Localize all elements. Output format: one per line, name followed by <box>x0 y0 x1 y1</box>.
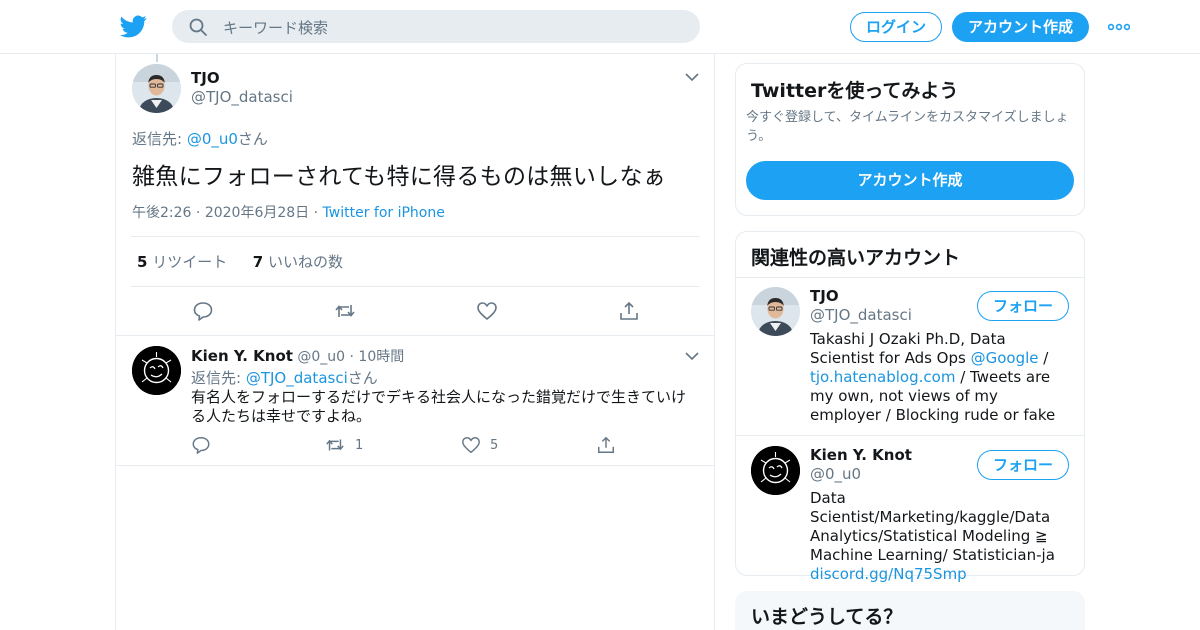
thread-connector <box>156 54 158 62</box>
bio-link[interactable]: tjo.hatenablog.com <box>810 368 955 386</box>
share-icon[interactable] <box>596 435 616 455</box>
bio-link[interactable]: @Google <box>971 349 1039 367</box>
account-name[interactable]: TJO <box>810 287 839 305</box>
tweet-text: 雑魚にフォローされても特に得るものは無いしなぁ <box>132 164 667 190</box>
search-icon <box>189 18 207 36</box>
account-handle[interactable]: @TJO_datasci <box>810 306 912 324</box>
person-avatar-icon <box>132 64 181 113</box>
share-icon[interactable] <box>618 300 640 322</box>
like-stat[interactable]: 7 いいねの数 <box>253 253 343 271</box>
tweet-source[interactable]: Twitter for iPhone <box>323 205 445 221</box>
search-input[interactable]: キーワード検索 <box>172 10 700 43</box>
reply-icon[interactable] <box>191 435 211 455</box>
reply-to-line: 返信先: @TJO_datasciさん <box>191 369 378 387</box>
tweet-time[interactable]: 午後2:26 <box>132 205 191 221</box>
search-placeholder: キーワード検索 <box>223 19 329 37</box>
tweet-separator <box>116 465 714 466</box>
follow-button[interactable]: フォロー <box>977 291 1069 321</box>
like-count: 5 <box>490 438 499 453</box>
top-header: キーワード検索 ログイン アカウント作成 <box>0 0 1200 54</box>
divider <box>736 435 1084 436</box>
reply-time[interactable]: 10時間 <box>358 349 404 365</box>
retweet-icon[interactable] <box>334 300 356 322</box>
retweet-count: 1 <box>355 438 364 453</box>
signup-button[interactable]: アカウント作成 <box>952 12 1089 42</box>
tweet-author-name[interactable]: TJO <box>191 69 220 87</box>
avatar[interactable] <box>132 64 181 113</box>
twitter-bird-icon[interactable] <box>120 13 147 40</box>
reply-text: 有名人をフォローするだけでデキる社会人になった錯覚だけで生きていける人たちは幸せ… <box>191 388 687 425</box>
account-handle[interactable]: @0_u0 <box>810 465 861 483</box>
like-icon[interactable] <box>476 300 498 322</box>
divider <box>131 286 700 287</box>
signup-card-title: Twitterを使ってみよう <box>751 80 959 102</box>
account-bio: Takashi J Ozaki Ph.D, Data Scientist for… <box>810 330 1056 424</box>
account-name[interactable]: Kien Y. Knot <box>810 446 912 464</box>
avatar[interactable] <box>751 446 800 495</box>
reply-to-link[interactable]: @TJO_datasci <box>246 369 348 387</box>
avatar[interactable] <box>751 287 800 336</box>
person-avatar-icon <box>751 287 800 336</box>
reply-author-name[interactable]: Kien Y. Knot <box>191 347 293 365</box>
divider <box>736 277 1084 278</box>
account-bio: Data Scientist/Marketing/kaggle/Data Ana… <box>810 489 1055 583</box>
chevron-down-icon[interactable] <box>685 72 699 82</box>
related-accounts-title: 関連性の高いアカウント <box>751 247 961 269</box>
chevron-down-icon[interactable] <box>685 351 699 361</box>
trends-card-title: いまどうしてる？ <box>751 606 903 628</box>
more-options-icon[interactable] <box>1108 23 1130 31</box>
tweet-stats: 5 リツイート 7 いいねの数 <box>137 251 343 272</box>
reply-icon[interactable] <box>192 300 214 322</box>
reply-author-handle[interactable]: @0_u0 <box>297 349 345 365</box>
trends-card: いまどうしてる？ <box>735 591 1085 630</box>
kien-avatar-icon <box>751 446 800 495</box>
related-accounts-card: 関連性の高いアカウント TJO @TJO_datasci フォロー Takash… <box>735 231 1085 583</box>
signup-card-button[interactable]: アカウント作成 <box>746 161 1074 200</box>
retweet-stat[interactable]: 5 リツイート <box>137 253 227 271</box>
bio-link[interactable]: discord.gg/Nq75Smp <box>810 565 967 583</box>
reply-header: Kien Y. Knot @0_u0 · 10時間 <box>191 347 405 365</box>
tweet-date[interactable]: 2020年6月28日 <box>205 205 309 221</box>
retweet-icon[interactable] <box>325 435 345 455</box>
login-button[interactable]: ログイン <box>850 12 942 42</box>
kien-avatar-icon <box>132 346 181 395</box>
divider <box>131 236 700 237</box>
reply-to-link[interactable]: @0_u0 <box>187 130 238 148</box>
tweet-author-handle[interactable]: @TJO_datasci <box>191 88 293 106</box>
reply-to-line: 返信先: @0_u0さん <box>132 130 268 148</box>
like-icon[interactable] <box>461 435 481 455</box>
tweet-meta: 午後2:26 · 2020年6月28日 · Twitter for iPhone <box>132 205 445 221</box>
signup-card-description: 今すぐ登録して、タイムラインをカスタマイズしましょう。 <box>746 110 1069 144</box>
avatar[interactable] <box>132 346 181 395</box>
follow-button[interactable]: フォロー <box>977 450 1069 480</box>
tweet-separator <box>116 335 714 336</box>
main-timeline: TJO @TJO_datasci 返信先: @0_u0さん 雑魚にフォローされて… <box>115 54 715 630</box>
signup-card: Twitterを使ってみよう 今すぐ登録して、タイムラインをカスタマイズしましょ… <box>735 63 1085 216</box>
